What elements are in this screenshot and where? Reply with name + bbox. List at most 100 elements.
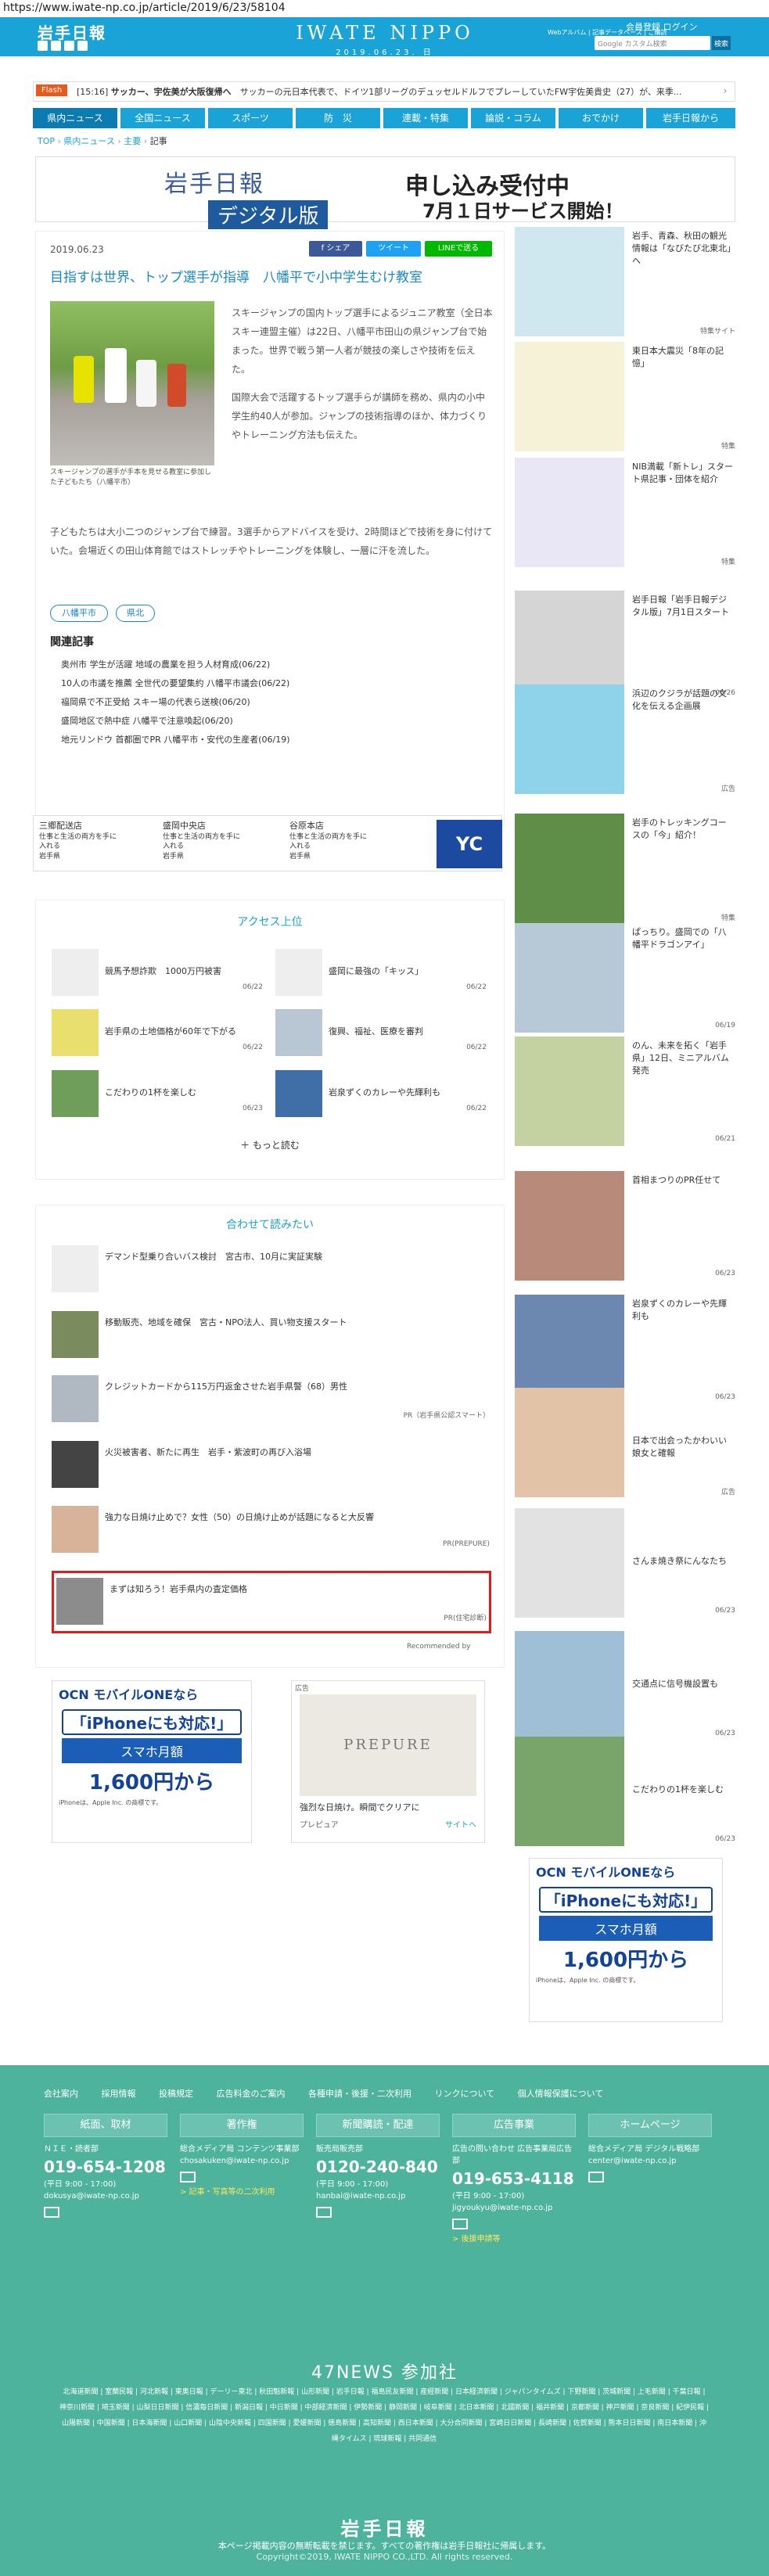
tag-chip[interactable]: 県北	[116, 605, 155, 622]
prepure-ad[interactable]: 広告 PREPURE 強烈な日焼け。瞬間でクリアに プレピュア サイトへ	[291, 1680, 485, 1843]
footer-mail[interactable]: dokusya@iwate-np.co.jp	[44, 2190, 167, 2202]
ranking-item[interactable]: こだわりの1杯を楽しむ 06/23	[52, 1070, 263, 1117]
ranking-item[interactable]: 岩手県の土地価格が60年で下がる 06/22	[52, 1009, 263, 1056]
footer-link[interactable]: リンクについて	[435, 2089, 495, 2099]
sidebar-item[interactable]: 東日本大震災「8年の記憶」 特集	[515, 342, 742, 456]
recommend-item[interactable]: 強力な日焼け止めで？女性（50）の日焼け止めが話題になると大反響 PR(PREPU…	[52, 1506, 490, 1553]
footer-mail[interactable]: hanbai@iwate-np.co.jp	[316, 2190, 440, 2202]
flash-headline[interactable]: [15:16] サッカー、宇佐美が大阪復帰へ サッカーの元日本代表で、ドイツ1部…	[77, 85, 703, 98]
related-link[interactable]: 奥州市 学生が活躍 地域の農業を担う人材育成(06/22)	[61, 656, 491, 674]
recommend-item[interactable]: デマンド型乗り合いバス検討 宮古市、10月に実証実験	[52, 1245, 490, 1292]
site-logo[interactable]: 岩手日報	[38, 20, 106, 43]
footer-mail[interactable]: jigyoukyu@iwate-np.co.jp	[452, 2202, 576, 2214]
mail-icon[interactable]	[180, 2171, 196, 2183]
more-button[interactable]: ＋ もっと読む	[35, 1138, 505, 1151]
recommend-item[interactable]: 移動販売、地域を確保 宮古・NPO法人、買い物支援スタート	[52, 1311, 490, 1358]
related-link[interactable]: 福岡県で不正受給 スキー場の代表ら送検(06/20)	[61, 693, 491, 712]
nav-item[interactable]: 全国ニュース	[120, 108, 205, 128]
footer-link[interactable]: 会社案内	[44, 2089, 78, 2099]
nav-item[interactable]: おでかけ	[559, 108, 643, 128]
footer-mail[interactable]: center@iwate-np.co.jp	[588, 2155, 712, 2167]
facebook-share-button[interactable]: f シェア	[309, 241, 362, 257]
ranking-item[interactable]: 復興、福祉、医療を審判 06/22	[275, 1009, 487, 1056]
article-body: スキージャンプの国内トップ選手によるジュニア教室（全日本スキー連盟主催）は22日…	[232, 304, 494, 444]
sidebar-title: のん、未来を拓く「岩手県」12日、ミニアルバム発売	[632, 1040, 729, 1076]
footer-mail[interactable]: chosakuken@iwate-np.co.jp	[180, 2155, 304, 2167]
article-photo[interactable]	[50, 301, 214, 465]
facebook-icon[interactable]	[51, 41, 61, 51]
sidebar-item[interactable]: 岩手のトレッキングコースの「今」紹介！ 特集	[515, 814, 742, 928]
recommend-item[interactable]: クレジットカードから115万円返金させた岩手県警（68）男性 PR（岩手県公認スマ…	[52, 1375, 490, 1422]
digital-ad-banner[interactable]	[35, 156, 735, 222]
sidebar-item[interactable]: 浜辺のクジラが話題の文化を伝える企画展 広告	[515, 684, 742, 799]
tweet-button[interactable]: ツイート	[366, 241, 421, 257]
recommend-title: まずは知ろう！岩手県内の査定価格	[110, 1584, 247, 1594]
sidebar-item[interactable]: のん、未来を拓く「岩手県」12日、ミニアルバム発売 06/21	[515, 1037, 742, 1151]
sidebar-item[interactable]: NIB満載「新トレ」スタート県記事・団体を紹介 特集	[515, 458, 742, 572]
breadcrumb-item[interactable]: 主要	[124, 136, 141, 146]
nav-item[interactable]: 岩手日報から	[646, 108, 735, 128]
recommend-item[interactable]: まずは知ろう！岩手県内の査定価格 PR(住宅診断)	[56, 1578, 487, 1625]
tag-chip[interactable]: 八幡平市	[50, 605, 108, 622]
footer-extra-link[interactable]: > 記事・写真等の二次利用	[180, 2186, 304, 2198]
mail-icon[interactable]	[316, 2206, 332, 2218]
footer-tel[interactable]: 0120-240-840	[316, 2155, 440, 2179]
sidebar-item[interactable]: 交通点に信号機設置も 06/23	[515, 1631, 742, 1745]
footer-link[interactable]: 採用情報	[102, 2089, 136, 2099]
related-link[interactable]: 地元リンドウ 首都圏でPR 八幡平市・安代の生産者(06/19)	[61, 731, 491, 749]
nav-item[interactable]: 論説・コラム	[471, 108, 555, 128]
footer-dept: 販売局販売部	[316, 2144, 363, 2154]
related-link[interactable]: 盛岡地区で熱中症 八幡平で注意喚起(06/20)	[61, 712, 491, 731]
twitter-icon[interactable]	[38, 41, 48, 51]
47news-title: 47NEWS 参加社	[311, 2363, 458, 2383]
ranking-item[interactable]: 競馬予想詐欺 1000万円被害 06/22	[52, 949, 263, 996]
sidebar-item[interactable]: 岩手、青森、秋田の観光情報は「なびたび北東北」へ 特集サイト	[515, 227, 742, 341]
mail-icon[interactable]	[44, 2206, 59, 2218]
mail-icon[interactable]	[588, 2171, 604, 2183]
footer-hours: (平日 9:00 - 17:00)	[44, 2179, 117, 2189]
footer-tel[interactable]: 019-654-1208	[44, 2155, 167, 2179]
footer-logo[interactable]: 岩手日報	[0, 2513, 769, 2541]
sidebar-item[interactable]: こだわりの1杯を楽しむ 06/23	[515, 1737, 742, 1851]
url-bar[interactable]: https://www.iwate-np.co.jp/article/2019/…	[0, 0, 769, 17]
recommend-item[interactable]: 火災被害者、新たに再生 岩手・紫波町の再び入浴場	[52, 1441, 490, 1488]
youtube-icon[interactable]	[64, 41, 74, 51]
ranking-item[interactable]: 岩泉ずくのカレーや先輝利も 06/22	[275, 1070, 487, 1117]
footer-tel[interactable]: 019-653-4118	[452, 2167, 576, 2190]
yc-logo[interactable]: YC	[437, 820, 502, 868]
47news-list[interactable]: 北海道新聞 | 室蘭民報 | 河北新報 | 東奥日報 | デーリー東北 | 秋田…	[59, 2384, 709, 2447]
chevron-right-icon[interactable]: ›	[715, 81, 735, 102]
article-paragraph: スキージャンプの国内トップ選手によるジュニア教室（全日本スキー連盟主催）は22日…	[232, 307, 493, 375]
footer-extra-link[interactable]: > 後援申請等	[452, 2233, 576, 2245]
instagram-icon[interactable]	[77, 41, 88, 51]
footer-link[interactable]: 個人情報保護について	[518, 2089, 604, 2099]
footer-link[interactable]: 広告料金のご案内	[217, 2089, 286, 2099]
breadcrumb-item[interactable]: TOP	[38, 136, 55, 146]
yc-ad-cell[interactable]: 盛岡中央店 仕事と生活の両方を手に入れる 岩手県	[163, 820, 241, 861]
sidebar-item[interactable]: 首相まつりのPR任せて 06/23	[515, 1171, 742, 1285]
sidebar-date: 06/19	[715, 1022, 735, 1029]
ranking-item[interactable]: 盛岡に最強の「キッス」 06/22	[275, 949, 487, 996]
search-input[interactable]: Google カスタム検索	[595, 36, 710, 50]
nav-item[interactable]: 連載・特集	[383, 108, 468, 128]
article-paragraph: 国際大会で活躍するトップ選手らが講師を務め、県内の小中学生約40人が参加。ジャン…	[232, 392, 487, 440]
thumbnail	[515, 1737, 624, 1846]
nav-item[interactable]: 県内ニュース	[33, 108, 117, 128]
line-share-button[interactable]: LINEで送る	[425, 241, 492, 257]
mail-icon[interactable]	[452, 2218, 468, 2229]
related-link[interactable]: 10人の市議を推薦 全世代の要望集約 八幡平市議会(06/22)	[61, 674, 491, 693]
footer-link[interactable]: 各種申請・後援・二次利用	[308, 2089, 411, 2099]
brand-title[interactable]: IWATE NIPPO	[291, 22, 479, 44]
sidebar-item[interactable]: ぱっちり。盛岡での「八幡平ドラゴンアイ」 06/19	[515, 923, 742, 1037]
nav-item[interactable]: スポーツ	[208, 108, 293, 128]
search-button[interactable]: 検索	[712, 36, 731, 50]
nav-item[interactable]: 防 災	[296, 108, 380, 128]
sidebar-item[interactable]: 日本で出会ったかわいい娘女と確報 広告	[515, 1388, 742, 1502]
ocn-ad[interactable]: OCN モバイルONEなら 「iPhoneにも対応!」 スマホ月額 1,600円…	[52, 1680, 252, 1843]
sidebar-item[interactable]: さんま焼き祭にんなたち 06/23	[515, 1508, 742, 1622]
footer-link[interactable]: 投稿規定	[159, 2089, 193, 2099]
yc-ad-cell[interactable]: 谷原本店 仕事と生活の両方を手に入れる 岩手県	[289, 820, 368, 861]
breadcrumb-item[interactable]: 県内ニュース	[63, 136, 114, 146]
yc-ad-cell[interactable]: 三郷配送店 仕事と生活の両方を手に入れる 岩手県	[39, 820, 117, 861]
ocn-ad-sidebar[interactable]: OCN モバイルONEなら 「iPhoneにも対応!」 スマホ月額 1,600円…	[529, 1858, 723, 2022]
